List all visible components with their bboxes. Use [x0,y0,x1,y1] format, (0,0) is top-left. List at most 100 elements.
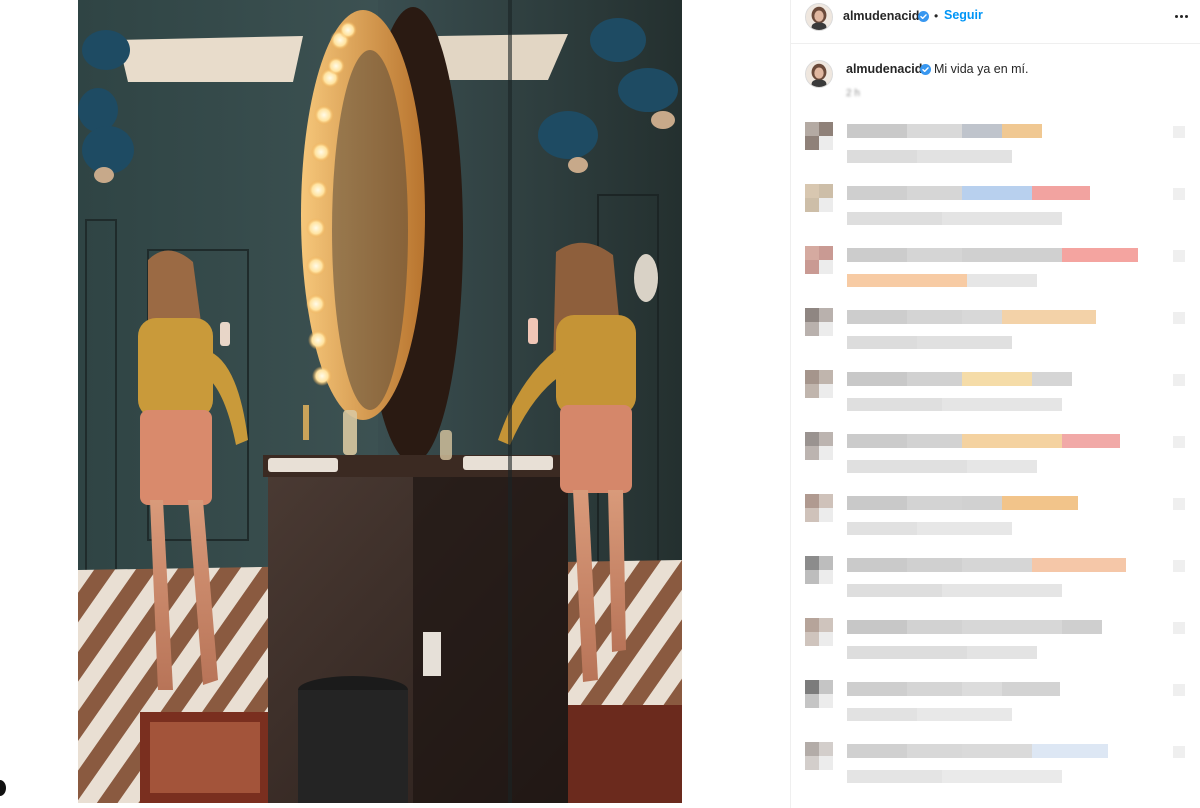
comment-avatar-pixel [819,308,833,322]
comment-avatar-pixel [805,198,819,212]
comment-row [791,614,1200,676]
avatar-portrait-icon [806,4,832,30]
comment-text-pixel [962,186,1032,200]
comment-text-pixel [942,398,1062,411]
comment-avatar-pixel [819,322,833,336]
comment-avatar-pixel [819,446,833,460]
follow-button[interactable]: Seguir [944,8,983,22]
post-image[interactable] [78,0,682,803]
comment-avatar-pixel [819,556,833,570]
comment-avatar-pixel [805,432,819,446]
comment-text-pixel [847,398,942,411]
comment-avatar-pixel [805,618,819,632]
comment-avatar-pixel [819,122,833,136]
comment-text-pixel [847,522,917,535]
comment-avatar-pixel [819,742,833,756]
comment-text-pixel [1002,310,1096,324]
comment-text-pixel [907,744,962,758]
comment-avatar-pixel [819,632,833,646]
comment-text-pixel [962,248,1062,262]
comment-avatar-pixel [805,136,819,150]
comment-avatar-pixel [805,756,819,770]
comment-text-pixel [847,682,907,696]
comment-avatar-pixel [805,184,819,198]
comment-text-pixel [1062,620,1102,634]
author-avatar[interactable] [805,3,833,31]
comment-text-pixel [962,744,1032,758]
comment-avatar-pixel [819,136,833,150]
comment-avatar-pixel [805,370,819,384]
comment-text-pixel [917,708,1012,721]
comment-text-pixel [847,310,907,324]
comment-text-pixel [847,336,917,349]
comment-text-pixel [1062,434,1120,448]
comment-text-pixel [847,212,942,225]
photo-pane [0,0,790,808]
comment-row [791,552,1200,614]
comment-avatar-pixel [819,694,833,708]
comment-text-pixel [847,372,907,386]
comment-text-pixel [1032,744,1108,758]
comment-text-pixel [907,372,962,386]
verified-badge-icon [920,64,931,75]
comment-avatar-pixel [805,508,819,522]
comment-text-pixel [1032,372,1072,386]
comment-like-pixel [1173,684,1185,696]
comment-row [791,490,1200,552]
more-options-icon[interactable] [1173,8,1189,24]
comment-text-pixel [907,496,962,510]
comment-text-pixel [962,620,1062,634]
header-username[interactable]: almudenacid [843,9,919,23]
comment-text-pixel [917,522,1012,535]
comment-text-pixel [962,434,1062,448]
comment-avatar-pixel [819,184,833,198]
comment-text-pixel [907,186,962,200]
comment-text-pixel [962,558,1032,572]
comment-avatar-pixel [819,384,833,398]
comment-text-pixel [847,620,907,634]
comment-text-pixel [847,770,942,783]
comment-avatar-pixel [819,432,833,446]
comment-avatar-pixel [819,260,833,274]
comment-avatar-pixel [805,494,819,508]
comment-like-pixel [1173,498,1185,510]
comment-row [791,676,1200,738]
verified-badge-icon [918,11,929,22]
comment-avatar-pixel [805,446,819,460]
comment-avatar-pixel [819,508,833,522]
comment-text-pixel [1002,496,1078,510]
comment-like-pixel [1173,560,1185,572]
comment-avatar-pixel [819,618,833,632]
post-side-panel: almudenacid • Seguir almudenacid Mi vida… [790,0,1200,808]
caption-username[interactable]: almudenacid [846,62,922,76]
comment-row [791,242,1200,304]
comment-text-pixel [907,124,962,138]
comment-row [791,118,1200,180]
comment-text-pixel [847,708,917,721]
comment-like-pixel [1173,126,1185,138]
comment-text-pixel [967,646,1037,659]
comment-text-pixel [1032,558,1126,572]
caption-avatar[interactable] [805,60,833,88]
comment-text-pixel [917,150,1012,163]
comment-text-pixel [1062,248,1138,262]
more-dot [1179,14,1183,18]
comment-text-pixel [967,274,1037,287]
comment-text-pixel [847,248,907,262]
cropped-edge-element [0,780,6,796]
comment-text-pixel [847,496,907,510]
comment-avatar-pixel [819,494,833,508]
comment-text-pixel [907,558,962,572]
comment-text-pixel [847,558,907,572]
comment-like-pixel [1173,250,1185,262]
comment-like-pixel [1173,436,1185,448]
comment-like-pixel [1173,746,1185,758]
comment-like-pixel [1173,188,1185,200]
comment-like-pixel [1173,622,1185,634]
comment-text-pixel [847,584,942,597]
avatar-portrait-icon [806,61,832,87]
comment-text-pixel [847,434,907,448]
comments-list-pixelated [791,118,1200,808]
comment-text-pixel [917,336,1012,349]
comment-row [791,738,1200,800]
